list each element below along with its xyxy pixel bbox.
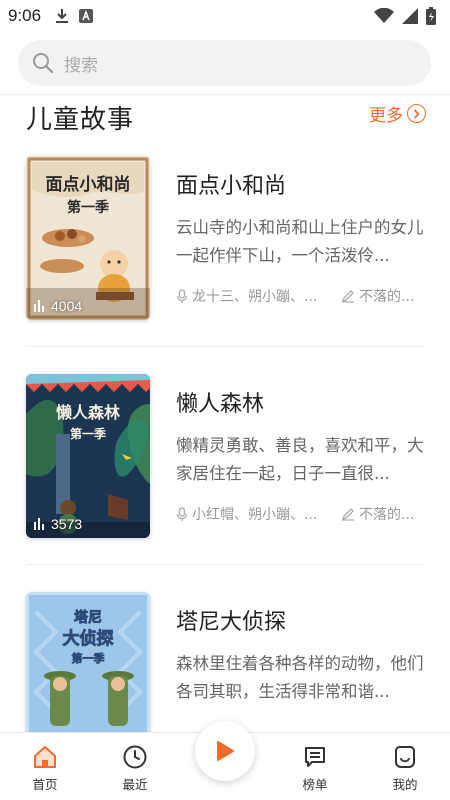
story-cover[interactable]: 面点小和尚 第一季 4004 <box>26 156 150 320</box>
status-time: 9:06 <box>8 6 42 25</box>
story-title[interactable]: 懒人森林 <box>176 386 264 418</box>
section-title: 儿童故事 <box>26 105 135 135</box>
author-text: 不落的... <box>359 289 415 305</box>
more-label: 更多 <box>369 106 403 126</box>
a-icon <box>79 9 94 23</box>
signal-icon <box>402 8 418 24</box>
play-count: 4004 <box>34 298 82 314</box>
story-card[interactable]: 懒人森林 第一季 3573 懒人森林 懒精灵勇敢、善良，喜欢和平，大家居住在一起… <box>0 346 450 586</box>
story-narrator: 龙十三、朔小蹦、... <box>176 286 341 306</box>
play-count-icon <box>34 300 44 312</box>
play-button[interactable] <box>195 721 255 781</box>
cover-title-text: 面点小和尚 <box>46 174 131 195</box>
play-icon <box>217 741 234 761</box>
divider <box>0 94 450 95</box>
status-left-icons <box>55 8 94 24</box>
story-title[interactable]: 面点小和尚 <box>176 168 286 200</box>
nav-label: 最近 <box>122 777 148 792</box>
cover-season-text: 第一季 <box>70 426 107 441</box>
cover-season-text: 第一季 <box>67 199 109 216</box>
story-cover[interactable]: 懒人森林 第一季 3573 <box>26 374 150 538</box>
mic-icon <box>176 506 188 521</box>
play-count-value: 3573 <box>51 516 83 532</box>
wifi-icon <box>374 8 394 23</box>
cover-title-text: 懒人森林 <box>56 403 120 422</box>
story-description: 云山寺的小和尚和山上住户的女儿一起作伴下山，一个活泼伶... <box>176 218 424 265</box>
story-meta: 小红帽、朔小蹦、... 不落的... <box>176 504 428 524</box>
nav-label: 我的 <box>392 777 418 792</box>
pen-icon <box>341 290 354 303</box>
search-placeholder: 搜索 <box>64 55 98 76</box>
smile-icon <box>395 746 415 768</box>
home-icon <box>34 746 56 768</box>
narrator-text: 龙十三、朔小蹦、... <box>192 289 318 305</box>
story-author: 不落的... <box>341 286 414 306</box>
play-count: 3573 <box>34 516 82 532</box>
story-description: 森林里住着各种各样的动物，他们各司其职，生活得非常和谐... <box>176 654 424 701</box>
download-icon <box>56 9 69 23</box>
nav-label: 首页 <box>32 777 58 792</box>
nav-item-home[interactable]: 首页 <box>15 744 75 793</box>
author-text: 不落的... <box>359 507 415 523</box>
more-link[interactable]: 更多 <box>369 101 426 126</box>
nav-label: 榜单 <box>302 777 328 792</box>
cover-season-text: 第一季 <box>72 651 106 665</box>
story-meta: 龙十三、朔小蹦、... 不落的... <box>176 286 428 306</box>
nav-item-recent[interactable]: 最近 <box>105 744 165 793</box>
story-card[interactable]: 面点小和尚 第一季 4004 面点小和尚 云山寺的小和尚和山上住户的女儿一起作伴… <box>0 150 450 368</box>
search-icon <box>33 53 54 74</box>
nav-item-mine[interactable]: 我的 <box>375 744 435 793</box>
chart-list-icon <box>305 747 325 767</box>
clock-icon <box>123 745 147 769</box>
status-bar: 9:06 <box>0 0 450 32</box>
story-description: 懒精灵勇敢、善良，喜欢和平，大家居住在一起，日子一直很... <box>176 436 424 483</box>
battery-icon <box>426 7 436 25</box>
search-input[interactable]: 搜索 <box>18 40 431 86</box>
cover-subtitle-text: 大侦探 <box>63 628 114 649</box>
status-right-icons <box>374 7 436 25</box>
story-narrator: 小红帽、朔小蹦、... <box>176 504 341 524</box>
cover-title-text: 塔尼 <box>74 609 102 626</box>
story-list: 面点小和尚 第一季 4004 面点小和尚 云山寺的小和尚和山上住户的女儿一起作伴… <box>0 150 450 800</box>
narrator-text: 小红帽、朔小蹦、... <box>192 507 318 523</box>
nav-item-charts[interactable]: 榜单 <box>285 744 345 793</box>
story-author: 不落的... <box>341 504 414 524</box>
chevron-right-icon <box>407 104 426 123</box>
play-count-icon <box>34 518 44 530</box>
pen-icon <box>341 508 354 521</box>
play-count-value: 4004 <box>51 298 83 314</box>
mic-icon <box>176 288 188 303</box>
story-title[interactable]: 塔尼大侦探 <box>176 604 286 636</box>
